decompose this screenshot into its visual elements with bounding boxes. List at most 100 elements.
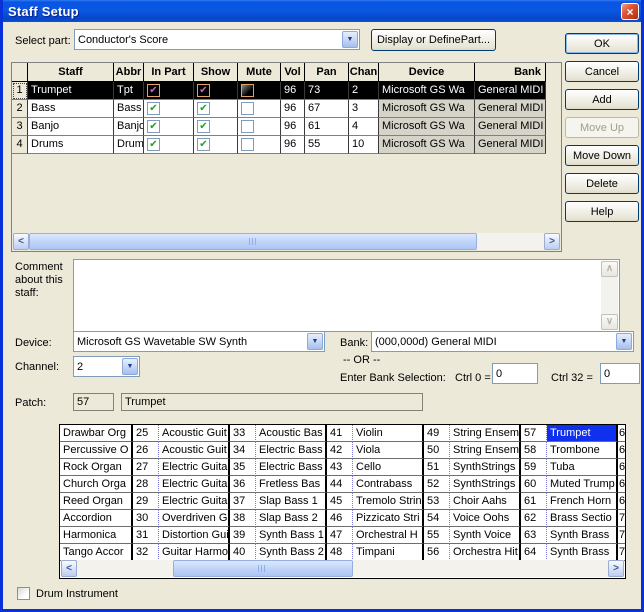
vol-cell[interactable]: 96 (281, 136, 305, 154)
patch-name-cell[interactable]: Synth Brass (547, 527, 618, 544)
staff-scroll-thumb[interactable] (29, 233, 477, 250)
patch-number-cell-clipped[interactable]: 65 (618, 425, 625, 442)
patch-name-cell[interactable]: Electric Guita (159, 476, 230, 493)
patch-name-cell[interactable]: Voice Oohs (450, 510, 521, 527)
patch-name-cell[interactable]: Cello (353, 459, 424, 476)
patch-name-cell[interactable]: Slap Bass 1 (256, 493, 327, 510)
bank-cell[interactable]: General MIDI (475, 136, 546, 154)
table-row[interactable]: 2BassBass✔✔96673Microsoft GS WaGeneral M… (12, 100, 546, 118)
patch-name-cell[interactable]: French Horn (547, 493, 618, 510)
in-part-checkbox[interactable]: ✔ (144, 118, 194, 136)
patch-number-cell[interactable]: 26 (133, 442, 159, 459)
patch-number-cell[interactable]: 29 (133, 493, 159, 510)
patch-name-cell[interactable]: SynthStrings (450, 476, 521, 493)
mute-checkbox[interactable] (241, 102, 254, 115)
patch-number-cell[interactable]: 61 (521, 493, 547, 510)
scroll-left-icon[interactable]: < (13, 233, 29, 250)
patch-number-cell[interactable]: 38 (230, 510, 256, 527)
patch-number-cell[interactable]: 63 (521, 527, 547, 544)
staff-cell[interactable]: Drums (28, 136, 114, 154)
patch-number-cell[interactable]: 58 (521, 442, 547, 459)
patch-number-cell-clipped[interactable]: 72 (618, 544, 625, 561)
abbr-cell[interactable]: Bass (114, 100, 144, 118)
patch-number-cell-clipped[interactable]: 70 (618, 510, 625, 527)
ok-button[interactable]: OK (565, 33, 639, 54)
patch-number-cell[interactable]: 45 (327, 493, 353, 510)
row-number-cell[interactable]: 1 (12, 82, 28, 100)
patch-name-cell[interactable]: Electric Bass (256, 459, 327, 476)
ctrl32-input[interactable] (600, 363, 640, 384)
patch-number-cell[interactable]: 32 (133, 544, 159, 561)
patch-name-cell[interactable]: Tuba (547, 459, 618, 476)
add-button[interactable]: Add (565, 89, 639, 110)
patch-number-cell[interactable]: 34 (230, 442, 256, 459)
scroll-down-icon[interactable]: ∨ (601, 314, 618, 330)
ctrl0-input[interactable] (492, 363, 538, 384)
patch-name-cell[interactable]: Electric Guita (159, 493, 230, 510)
delete-button[interactable]: Delete (565, 173, 639, 194)
pan-cell[interactable]: 73 (305, 82, 349, 100)
patch-name-cell[interactable]: Electric Guita (159, 459, 230, 476)
device-cell[interactable]: Microsoft GS Wa (379, 136, 475, 154)
staff-cell[interactable]: Trumpet (28, 82, 114, 100)
chan-cell[interactable]: 4 (349, 118, 379, 136)
patch-number-cell[interactable]: 60 (521, 476, 547, 493)
patch-name-cell[interactable]: Muted Trump (547, 476, 618, 493)
select-part-combobox[interactable]: Conductor's Score ▼ (74, 29, 360, 50)
patch-number-cell-clipped[interactable]: 69 (618, 493, 625, 510)
patch-scroll-thumb[interactable] (173, 560, 354, 577)
in-part-checkbox[interactable]: ✔ (147, 84, 160, 97)
bank-cell[interactable]: General MIDI (475, 100, 546, 118)
show-checkbox[interactable]: ✔ (194, 136, 238, 154)
show-checkbox[interactable]: ✔ (197, 120, 210, 133)
patch-name-cell[interactable]: Timpani (353, 544, 424, 561)
staff-cell[interactable]: Banjo (28, 118, 114, 136)
patch-name-cell[interactable]: Harmonica (60, 527, 133, 544)
patch-name-cell[interactable]: Church Orga (60, 476, 133, 493)
in-part-checkbox[interactable]: ✔ (144, 82, 194, 100)
patch-number-cell-clipped[interactable]: 67 (618, 459, 625, 476)
bank-cell[interactable]: General MIDI (475, 118, 546, 136)
patch-number-cell[interactable]: 55 (424, 527, 450, 544)
patch-number-cell[interactable]: 51 (424, 459, 450, 476)
in-part-checkbox[interactable]: ✔ (147, 120, 160, 133)
patch-number-cell[interactable]: 37 (230, 493, 256, 510)
show-checkbox[interactable]: ✔ (194, 82, 238, 100)
patch-name-cell[interactable]: Synth Brass (547, 544, 618, 561)
patch-number-cell[interactable]: 49 (424, 425, 450, 442)
move-down-button[interactable]: Move Down (565, 145, 639, 166)
patch-number-cell[interactable]: 50 (424, 442, 450, 459)
mute-checkbox[interactable] (241, 138, 254, 151)
scroll-up-icon[interactable]: ∧ (601, 261, 618, 277)
title-bar[interactable]: Staff Setup × (0, 0, 644, 22)
patch-scroll-track[interactable] (77, 560, 608, 577)
patch-name-cell[interactable]: Viola (353, 442, 424, 459)
patch-name-cell[interactable]: Tango Accor (60, 544, 133, 561)
comment-scroll-track[interactable] (601, 277, 618, 314)
patch-name-cell[interactable]: Acoustic Guit (159, 442, 230, 459)
table-row[interactable]: 4DrumsDrum✔✔965510Microsoft GS WaGeneral… (12, 136, 546, 154)
patch-name-cell[interactable]: SynthStrings (450, 459, 521, 476)
patch-number-cell[interactable]: 33 (230, 425, 256, 442)
patch-number-cell[interactable]: 25 (133, 425, 159, 442)
patch-name-cell[interactable]: Violin (353, 425, 424, 442)
patch-number-cell-clipped[interactable]: 66 (618, 442, 625, 459)
patch-name-cell[interactable]: Brass Sectio (547, 510, 618, 527)
patch-number-cell-clipped[interactable]: 71 (618, 527, 625, 544)
row-number-cell[interactable]: 2 (12, 100, 28, 118)
patch-name-cell[interactable]: Overdriven G (159, 510, 230, 527)
chan-cell[interactable]: 2 (349, 82, 379, 100)
bank-combobox[interactable]: (000,000d) General MIDI ▼ (371, 331, 634, 352)
vol-cell[interactable]: 96 (281, 118, 305, 136)
staff-scroll-track[interactable] (29, 233, 544, 250)
help-button[interactable]: Help (565, 201, 639, 222)
patch-number-cell[interactable]: 42 (327, 442, 353, 459)
mute-checkbox[interactable] (241, 84, 254, 97)
patch-name-cell[interactable]: Electric Bass (256, 442, 327, 459)
mute-checkbox[interactable] (238, 118, 281, 136)
chevron-down-icon[interactable]: ▼ (342, 31, 358, 48)
drum-instrument-checkbox[interactable] (17, 587, 30, 600)
patch-name-cell[interactable]: Drawbar Org (60, 425, 133, 442)
abbr-cell[interactable]: Drum (114, 136, 144, 154)
patch-number-cell[interactable]: 48 (327, 544, 353, 561)
